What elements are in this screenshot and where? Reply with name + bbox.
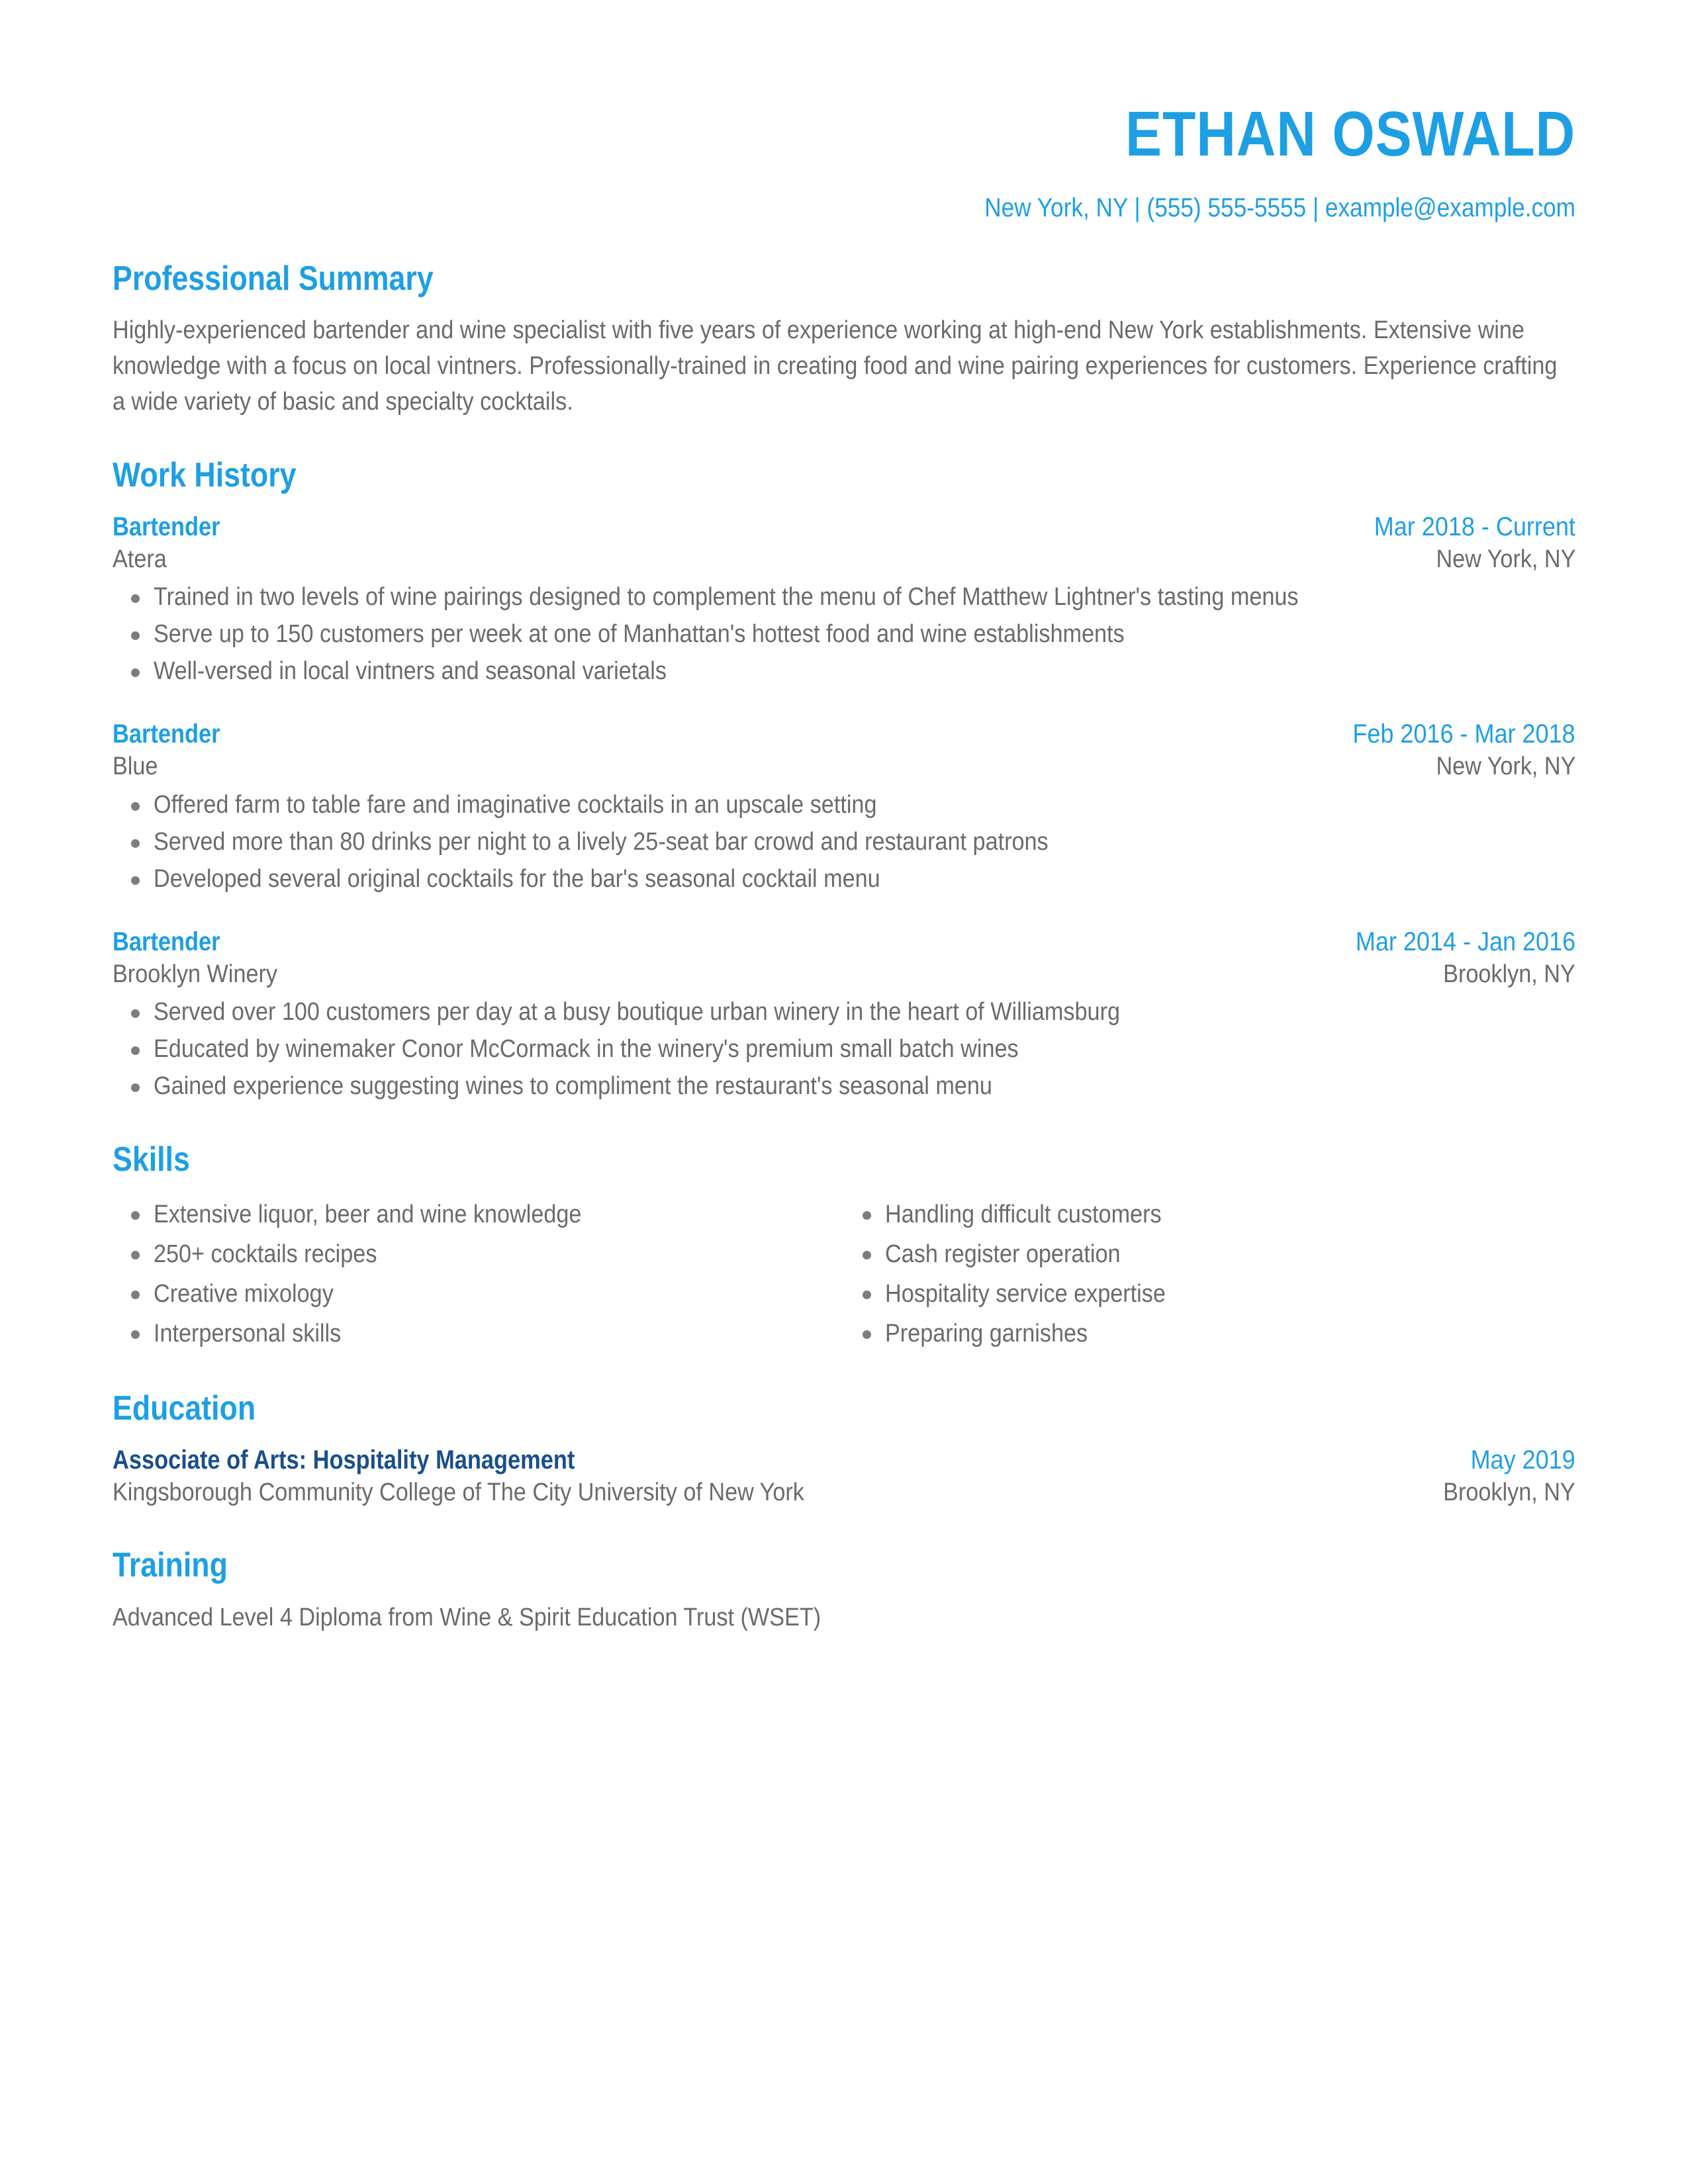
list-item: Well-versed in local vintners and season…	[113, 654, 1575, 690]
job-bullet-text: Well-versed in local vintners and season…	[154, 657, 667, 686]
skills-column-right: Handling difficult customers Cash regist…	[844, 1195, 1575, 1353]
skills-list-left: Extensive liquor, beer and wine knowledg…	[113, 1195, 824, 1353]
job-title: Bartender	[113, 927, 220, 956]
list-item: Creative mixology	[113, 1274, 824, 1314]
list-item: Serve up to 150 customers per week at on…	[113, 617, 1575, 653]
work-history-entry: Bartender Feb 2016 - Mar 2018 Blue New Y…	[113, 717, 1575, 897]
list-item: Cash register operation	[844, 1234, 1575, 1274]
training-text: Advanced Level 4 Diploma from Wine & Spi…	[113, 1603, 821, 1631]
job-bullet-text: Offered farm to table fare and imaginati…	[154, 790, 877, 819]
job-company-row: Brooklyn Winery Brooklyn, NY	[113, 958, 1575, 991]
job-bullet-text: Served more than 80 drinks per night to …	[154, 827, 1049, 856]
skill-text: 250+ cocktails recipes	[154, 1240, 377, 1268]
skills-list-right: Handling difficult customers Cash regist…	[844, 1195, 1575, 1353]
skill-text: Interpersonal skills	[154, 1319, 342, 1347]
work-history-entry: Bartender Mar 2014 - Jan 2016 Brooklyn W…	[113, 925, 1575, 1105]
skill-text: Hospitality service expertise	[885, 1279, 1166, 1308]
section-title-professional-summary: Professional Summary	[113, 259, 434, 298]
job-bullet-list: Served over 100 customers per day at a b…	[113, 995, 1575, 1105]
skill-text: Cash register operation	[885, 1240, 1121, 1268]
list-item: Served over 100 customers per day at a b…	[113, 995, 1575, 1030]
job-company-row: Atera New York, NY	[113, 543, 1575, 576]
job-bullet-text: Gained experience suggesting wines to co…	[154, 1071, 992, 1100]
list-item: Handling difficult customers	[844, 1195, 1575, 1234]
list-item: Developed several original cocktails for…	[113, 862, 1575, 897]
job-company: Brooklyn Winery	[113, 960, 277, 988]
professional-summary-text: Highly-experienced bartender and wine sp…	[113, 316, 1558, 416]
skill-text: Handling difficult customers	[885, 1200, 1162, 1228]
list-item: Trained in two levels of wine pairings d…	[113, 580, 1575, 615]
skill-text: Creative mixology	[154, 1279, 334, 1308]
job-title: Bartender	[113, 719, 220, 749]
list-item: Hospitality service expertise	[844, 1274, 1575, 1314]
job-bullet-text: Developed several original cocktails for…	[154, 864, 880, 893]
section-title-skills: Skills	[113, 1140, 190, 1179]
skill-text: Extensive liquor, beer and wine knowledg…	[154, 1200, 582, 1228]
section-training: Training Advanced Level 4 Diploma from W…	[113, 1546, 1575, 1635]
list-item: Served more than 80 drinks per night to …	[113, 825, 1575, 860]
degree-type: Associate of Arts	[113, 1445, 299, 1475]
job-dates: Feb 2016 - Mar 2018	[1352, 719, 1575, 749]
list-item: Gained experience suggesting wines to co…	[113, 1069, 1575, 1105]
section-title-education: Education	[113, 1388, 256, 1428]
job-company: Atera	[113, 545, 167, 574]
education-degree: Associate of Arts: Hospitality Managemen…	[113, 1443, 575, 1477]
section-skills: Skills Extensive liquor, beer and wine k…	[113, 1140, 1575, 1353]
section-title-training: Training	[113, 1545, 228, 1584]
list-item: Preparing garnishes	[844, 1314, 1575, 1353]
job-title-row: Bartender Mar 2014 - Jan 2016	[113, 925, 1575, 958]
section-title-work-history: Work History	[113, 456, 297, 495]
section-work-history: Work History Bartender Mar 2018 - Curren…	[113, 456, 1575, 1105]
education-location: Brooklyn, NY	[1443, 1478, 1575, 1506]
education-school: Kingsborough Community College of The Ci…	[113, 1478, 804, 1506]
job-bullet-text: Trained in two levels of wine pairings d…	[154, 583, 1299, 612]
education-school-row: Kingsborough Community College of The Ci…	[113, 1477, 1575, 1509]
candidate-name: ETHAN OSWALD	[1125, 99, 1575, 169]
job-bullet-list: Trained in two levels of wine pairings d…	[113, 580, 1575, 690]
skills-column-left: Extensive liquor, beer and wine knowledg…	[113, 1195, 844, 1353]
degree-separator: :	[299, 1445, 307, 1475]
job-bullet-text: Educated by winemaker Conor McCormack in…	[154, 1034, 1019, 1063]
job-location: New York, NY	[1435, 752, 1575, 781]
job-location: New York, NY	[1435, 545, 1575, 574]
list-item: Educated by winemaker Conor McCormack in…	[113, 1032, 1575, 1068]
job-dates: Mar 2014 - Jan 2016	[1355, 927, 1575, 956]
section-education: Education Associate of Arts: Hospitality…	[113, 1389, 1575, 1509]
work-history-entry: Bartender Mar 2018 - Current Atera New Y…	[113, 510, 1575, 690]
job-bullet-list: Offered farm to table fare and imaginati…	[113, 788, 1575, 897]
resume-header: ETHAN OSWALD New York, NY | (555) 555-55…	[113, 0, 1575, 224]
job-company: Blue	[113, 752, 158, 781]
job-dates: Mar 2018 - Current	[1374, 512, 1575, 542]
list-item: Offered farm to table fare and imaginati…	[113, 788, 1575, 823]
job-location: Brooklyn, NY	[1443, 960, 1575, 988]
degree-field: Hospitality Management	[312, 1445, 575, 1475]
list-item: 250+ cocktails recipes	[113, 1234, 824, 1274]
job-bullet-text: Served over 100 customers per day at a b…	[154, 997, 1120, 1026]
education-date: May 2019	[1470, 1445, 1575, 1475]
resume-page: ETHAN OSWALD New York, NY | (555) 555-55…	[0, 0, 1688, 2184]
contact-info-line: New York, NY | (555) 555-5555 | example@…	[984, 193, 1575, 222]
section-professional-summary: Professional Summary Highly-experienced …	[113, 259, 1575, 421]
job-bullet-text: Serve up to 150 customers per week at on…	[154, 620, 1125, 649]
skill-text: Preparing garnishes	[885, 1319, 1088, 1347]
job-title: Bartender	[113, 512, 220, 542]
job-title-row: Bartender Mar 2018 - Current	[113, 510, 1575, 543]
skills-columns: Extensive liquor, beer and wine knowledg…	[113, 1195, 1575, 1353]
education-degree-row: Associate of Arts: Hospitality Managemen…	[113, 1443, 1575, 1477]
list-item: Interpersonal skills	[113, 1314, 824, 1353]
job-title-row: Bartender Feb 2016 - Mar 2018	[113, 717, 1575, 751]
job-company-row: Blue New York, NY	[113, 751, 1575, 783]
list-item: Extensive liquor, beer and wine knowledg…	[113, 1195, 824, 1234]
education-entry: Associate of Arts: Hospitality Managemen…	[113, 1443, 1575, 1509]
